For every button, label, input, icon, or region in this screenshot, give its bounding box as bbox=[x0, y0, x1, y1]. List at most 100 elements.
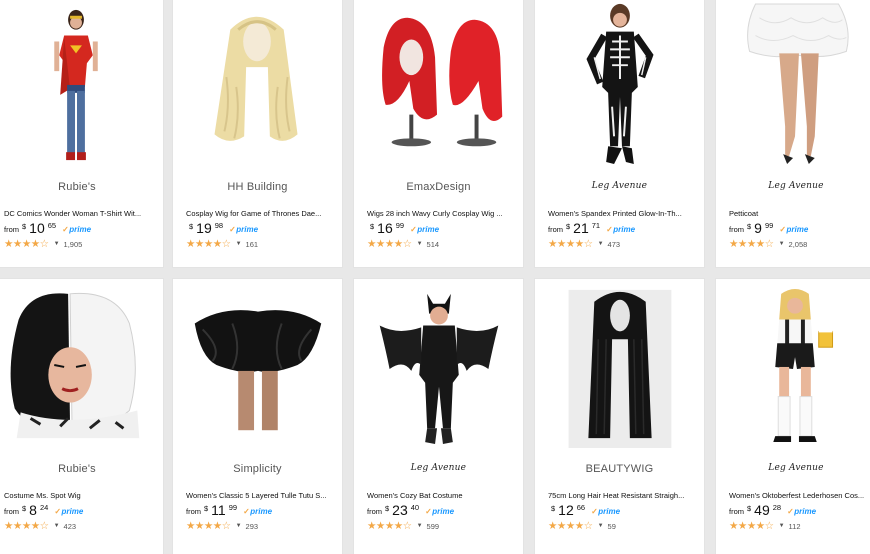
price-fraction: 99 bbox=[228, 503, 238, 512]
product-title[interactable]: Costume Ms. Spot Wig bbox=[4, 491, 155, 500]
chevron-down-icon[interactable]: ▼ bbox=[54, 523, 60, 529]
prime-badge: ✓ prime bbox=[591, 507, 620, 516]
product-title[interactable]: Petticoat bbox=[729, 209, 868, 218]
review-count[interactable]: 514 bbox=[427, 240, 440, 249]
product-rating[interactable]: ★★★★☆ ▼ 1,905 bbox=[4, 239, 83, 250]
chevron-down-icon[interactable]: ▼ bbox=[417, 523, 423, 529]
prime-check-icon: ✓ bbox=[62, 225, 69, 234]
product-title[interactable]: Women's Oktoberfest Lederhosen Cos... bbox=[729, 491, 868, 500]
chevron-down-icon[interactable]: ▼ bbox=[417, 241, 423, 247]
price-fraction: 40 bbox=[410, 503, 420, 512]
product-title[interactable]: Women's Spandex Printed Glow-In-Th... bbox=[548, 209, 696, 218]
review-count[interactable]: 59 bbox=[608, 522, 616, 531]
product-card[interactable]: Rubie's DC Comics Wonder Woman T-Shirt W… bbox=[0, 0, 164, 268]
product-rating[interactable]: ★★★★☆ ▼ 599 bbox=[367, 521, 440, 532]
product-rating[interactable]: ★★★★☆ ▼ 2,058 bbox=[729, 239, 808, 250]
product-rating[interactable]: ★★★★☆ ▼ 112 bbox=[729, 520, 801, 532]
from-label: from bbox=[4, 507, 19, 516]
petticoat-image bbox=[716, 0, 870, 166]
prime-badge: ✓ prime bbox=[606, 225, 635, 234]
blonde-wig-image bbox=[173, 0, 342, 167]
review-count[interactable]: 1,905 bbox=[64, 240, 83, 249]
review-count[interactable]: 293 bbox=[246, 522, 259, 531]
product-card[interactable]: BEAUTYWIG 75cm Long Hair Heat Resistant … bbox=[534, 278, 705, 554]
product-rating[interactable]: ★★★★☆ ▼ 514 bbox=[367, 239, 440, 250]
product-rating[interactable]: ★★★★☆ ▼ 293 bbox=[186, 521, 259, 532]
tutu-image bbox=[173, 279, 342, 449]
product-image[interactable] bbox=[0, 279, 163, 449]
product-brand: Leg Avenue bbox=[768, 181, 824, 191]
product-price: from $ 23 40 ✓ prime bbox=[367, 503, 454, 519]
product-rating[interactable]: ★★★★☆ ▼ 473 bbox=[548, 239, 621, 250]
product-image[interactable] bbox=[0, 0, 163, 167]
product-title[interactable]: Cosplay Wig for Game of Thrones Dae... bbox=[186, 209, 334, 218]
product-rating[interactable]: ★★★★☆ ▼ 59 bbox=[548, 520, 616, 532]
product-image[interactable] bbox=[535, 0, 704, 167]
price-fraction: 98 bbox=[214, 221, 224, 230]
product-image[interactable] bbox=[354, 279, 523, 449]
chevron-down-icon[interactable]: ▼ bbox=[598, 523, 604, 529]
price-currency: $ bbox=[551, 504, 556, 513]
product-price: from $ 8 24 ✓ prime bbox=[4, 503, 83, 519]
chevron-down-icon[interactable]: ▼ bbox=[779, 241, 785, 247]
from-label: from bbox=[367, 507, 382, 516]
from-label: from bbox=[4, 225, 19, 234]
product-price: $ 12 66 ✓ prime bbox=[548, 503, 620, 519]
chevron-down-icon[interactable]: ▼ bbox=[779, 523, 785, 529]
product-title[interactable]: Wigs 28 inch Wavy Curly Cosplay Wig ... bbox=[367, 209, 515, 218]
product-rating[interactable]: ★★★★☆ ▼ 423 bbox=[4, 521, 77, 532]
product-image[interactable] bbox=[535, 279, 704, 449]
review-count[interactable]: 423 bbox=[64, 522, 77, 531]
product-card[interactable]: Rubie's Costume Ms. Spot Wig from $ 8 24… bbox=[0, 278, 164, 554]
review-count[interactable]: 473 bbox=[608, 240, 621, 249]
product-card[interactable]: Leg Avenue Petticoat from $ 9 99 ✓ prime … bbox=[715, 0, 870, 268]
product-rating[interactable]: ★★★★☆ ▼ 161 bbox=[186, 238, 259, 250]
product-title[interactable]: DC Comics Wonder Woman T-Shirt Wit... bbox=[4, 209, 155, 218]
product-title[interactable]: Women's Classic 5 Layered Tulle Tutu S..… bbox=[186, 491, 334, 500]
price-currency: $ bbox=[189, 222, 194, 231]
product-card[interactable]: EmaxDesign Wigs 28 inch Wavy Curly Cospl… bbox=[353, 0, 524, 268]
product-card[interactable]: HH Building Cosplay Wig for Game of Thro… bbox=[172, 0, 343, 268]
black-white-wig-image bbox=[0, 279, 163, 449]
prime-badge: ✓ prime bbox=[54, 507, 83, 516]
product-title[interactable]: Women's Cozy Bat Costume bbox=[367, 491, 515, 500]
prime-badge: ✓ prime bbox=[779, 225, 808, 234]
skeleton-costume-image bbox=[535, 0, 704, 167]
product-title[interactable]: 75cm Long Hair Heat Resistant Straigh... bbox=[548, 491, 696, 500]
prime-badge: ✓ prime bbox=[425, 507, 454, 516]
prime-check-icon: ✓ bbox=[787, 507, 794, 516]
prime-check-icon: ✓ bbox=[606, 225, 613, 234]
product-image[interactable] bbox=[173, 279, 342, 449]
product-price: $ 19 98 ✓ prime bbox=[186, 221, 258, 237]
prime-label: prime bbox=[61, 507, 84, 516]
review-count[interactable]: 112 bbox=[789, 522, 801, 531]
from-label: from bbox=[548, 225, 563, 234]
product-image[interactable] bbox=[354, 0, 523, 167]
product-card[interactable]: Leg Avenue Women's Oktoberfest Lederhose… bbox=[715, 278, 870, 554]
product-card[interactable]: Leg Avenue Women's Spandex Printed Glow-… bbox=[534, 0, 705, 268]
chevron-down-icon[interactable]: ▼ bbox=[236, 241, 242, 247]
product-image[interactable] bbox=[716, 279, 870, 449]
product-image[interactable] bbox=[173, 0, 342, 167]
chevron-down-icon[interactable]: ▼ bbox=[236, 523, 242, 529]
product-card[interactable]: Simplicity Women's Classic 5 Layered Tul… bbox=[172, 278, 343, 554]
price-fraction: 28 bbox=[772, 503, 782, 512]
product-brand: BEAUTYWIG bbox=[585, 463, 654, 475]
product-image[interactable] bbox=[716, 0, 870, 167]
star-rating-icon: ★★★★☆ bbox=[548, 520, 593, 532]
review-count[interactable]: 599 bbox=[427, 522, 440, 531]
chevron-down-icon[interactable]: ▼ bbox=[598, 241, 604, 247]
price-fraction: 65 bbox=[47, 221, 57, 230]
product-price: from $ 49 28 ✓ prime bbox=[729, 503, 816, 519]
product-card[interactable]: Leg Avenue Women's Cozy Bat Costume from… bbox=[353, 278, 524, 554]
price-currency: $ bbox=[22, 504, 27, 513]
prime-badge: ✓ prime bbox=[62, 225, 91, 234]
prime-check-icon: ✓ bbox=[243, 507, 250, 516]
price-whole: 10 bbox=[29, 220, 45, 236]
review-count[interactable]: 161 bbox=[246, 240, 259, 249]
review-count[interactable]: 2,058 bbox=[789, 240, 808, 249]
star-rating-icon: ★★★★☆ bbox=[729, 520, 774, 532]
star-rating-icon: ★★★★☆ bbox=[186, 238, 231, 250]
chevron-down-icon[interactable]: ▼ bbox=[54, 241, 60, 247]
prime-label: prime bbox=[236, 225, 259, 234]
